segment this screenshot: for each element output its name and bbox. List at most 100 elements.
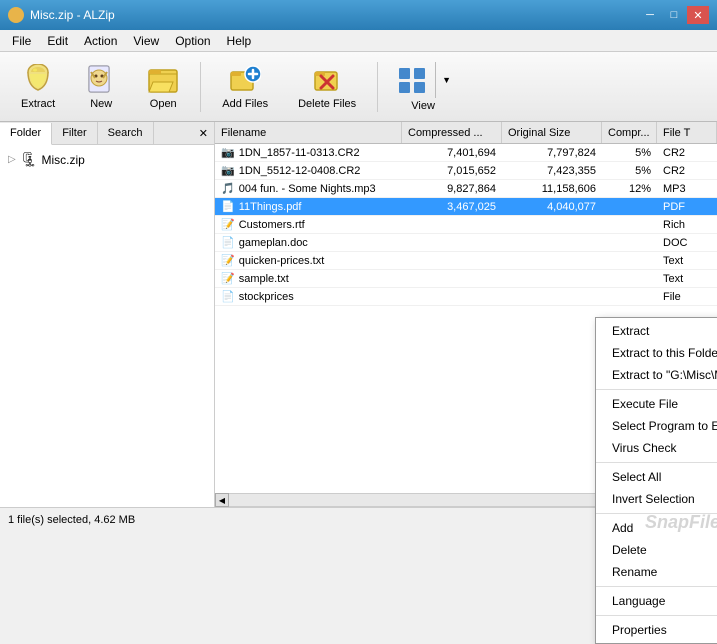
file-original-cell: 11,158,606	[502, 183, 602, 195]
title-bar-left: Misc.zip - ALZip	[8, 7, 115, 23]
tab-folder[interactable]: Folder	[0, 123, 52, 145]
file-type-icon: 📝	[221, 272, 235, 285]
open-button[interactable]: Open	[134, 57, 192, 117]
file-name-cell: 📝 quicken-prices.txt	[215, 254, 402, 267]
file-name-cell: 📝 Customers.rtf	[215, 218, 402, 231]
delete-files-icon	[311, 64, 343, 96]
menu-edit[interactable]: Edit	[39, 31, 76, 51]
ctx-execute[interactable]: Execute File Enter	[596, 393, 717, 415]
right-panel: Filename Compressed ... Original Size Co…	[215, 122, 717, 507]
file-type-icon: 📝	[221, 218, 235, 231]
menu-help[interactable]: Help	[219, 31, 260, 51]
ctx-properties[interactable]: Properties Alt+Enter	[596, 619, 717, 641]
view-dropdown-arrow[interactable]: ▼	[435, 62, 457, 98]
table-row[interactable]: 📝 quicken-prices.txt Text	[215, 252, 717, 270]
table-row[interactable]: 📷 1DN_1857-11-0313.CR2 7,401,694 7,797,8…	[215, 144, 717, 162]
extract-icon	[22, 64, 54, 96]
col-compressed[interactable]: Compressed ...	[402, 122, 502, 143]
panel-tabs: Folder Filter Search ✕	[0, 122, 214, 145]
file-list-header: Filename Compressed ... Original Size Co…	[215, 122, 717, 144]
ctx-rename-label: Rename	[612, 565, 657, 579]
close-button[interactable]: ✕	[687, 6, 709, 24]
new-icon	[85, 64, 117, 96]
ctx-virus-check[interactable]: Virus Check	[596, 437, 717, 459]
ctx-virus-check-label: Virus Check	[612, 441, 676, 455]
col-ratio[interactable]: Compr...	[602, 122, 657, 143]
file-type-cell: PDF	[657, 201, 717, 213]
menu-file[interactable]: File	[4, 31, 39, 51]
maximize-button[interactable]: □	[663, 6, 685, 24]
ctx-extract-here-label: Extract to this Folder	[612, 346, 717, 360]
tree-expand-icon: ▷	[8, 154, 16, 165]
col-filename[interactable]: Filename	[215, 122, 402, 143]
add-files-button[interactable]: Add Files	[209, 57, 281, 117]
ctx-extract-here[interactable]: Extract to this Folder	[596, 342, 717, 364]
file-name-cell: 📄 11Things.pdf	[215, 200, 402, 213]
ctx-extract-path[interactable]: Extract to "G:\Misc\Misc\"	[596, 364, 717, 386]
ctx-select-program[interactable]: Select Program to Execute File Shift+Ent…	[596, 415, 717, 437]
view-button-top[interactable]: ▼	[389, 62, 457, 98]
extract-label: Extract	[21, 98, 55, 110]
file-type-icon: 📄	[221, 236, 235, 249]
file-ratio-cell: 5%	[602, 147, 657, 159]
panel-close-button[interactable]: ✕	[193, 124, 214, 143]
menu-view[interactable]: View	[125, 31, 167, 51]
tree-item-misc-zip[interactable]: ▷ 🗜 Misc.zip	[4, 149, 210, 170]
open-icon	[147, 64, 179, 96]
ctx-separator-2	[596, 462, 717, 463]
tree-item-label: Misc.zip	[41, 153, 84, 167]
ctx-extract[interactable]: Extract Ctrl+E	[596, 320, 717, 342]
file-type-icon: 📝	[221, 254, 235, 267]
tab-filter[interactable]: Filter	[52, 122, 97, 144]
table-row[interactable]: 📝 Customers.rtf Rich	[215, 216, 717, 234]
ctx-invert-selection[interactable]: Invert Selection Ctrl+I	[596, 488, 717, 510]
minimize-button[interactable]: ─	[639, 6, 661, 24]
ctx-extract-label: Extract	[612, 324, 649, 338]
ctx-separator-3	[596, 513, 717, 514]
file-type-icon: 📄	[221, 290, 235, 303]
file-type-icon: 📷	[221, 146, 235, 159]
ctx-select-all-label: Select All	[612, 470, 661, 484]
file-compressed-cell: 9,827,864	[402, 183, 502, 195]
window-controls: ─ □ ✕	[639, 6, 709, 24]
table-row[interactable]: 📷 1DN_5512-12-0408.CR2 7,015,652 7,423,3…	[215, 162, 717, 180]
file-original-cell: 4,040,077	[502, 201, 602, 213]
view-main[interactable]	[389, 62, 435, 98]
scroll-left-arrow[interactable]: ◀	[215, 493, 229, 507]
view-label: View	[411, 100, 435, 112]
ctx-delete[interactable]: Delete Del	[596, 539, 717, 561]
file-name-cell: 📄 stockprices	[215, 290, 402, 303]
left-panel: Folder Filter Search ✕ ▷ 🗜 Misc.zip	[0, 122, 215, 507]
ctx-language[interactable]: Language ▶	[596, 590, 717, 612]
ctx-rename[interactable]: Rename F2	[596, 561, 717, 583]
file-type-cell: MP3	[657, 183, 717, 195]
app-icon	[8, 7, 24, 23]
col-original[interactable]: Original Size	[502, 122, 602, 143]
table-row[interactable]: 📄 gameplan.doc DOC	[215, 234, 717, 252]
menu-action[interactable]: Action	[76, 31, 125, 51]
tab-search[interactable]: Search	[98, 122, 154, 144]
delete-files-label: Delete Files	[298, 98, 356, 110]
delete-files-button[interactable]: Delete Files	[285, 57, 369, 117]
file-ratio-cell: 12%	[602, 183, 657, 195]
table-row[interactable]: 📄 11Things.pdf 3,467,025 4,040,077 PDF	[215, 198, 717, 216]
table-row[interactable]: 📄 stockprices File	[215, 288, 717, 306]
table-row[interactable]: 📝 sample.txt Text	[215, 270, 717, 288]
ctx-delete-label: Delete	[612, 543, 647, 557]
ctx-add[interactable]: Add Ctrl+R	[596, 517, 717, 539]
menu-option[interactable]: Option	[167, 31, 218, 51]
toolbar-separator-2	[377, 62, 378, 112]
new-button[interactable]: New	[72, 57, 130, 117]
file-name-cell: 📷 1DN_5512-12-0408.CR2	[215, 164, 402, 177]
file-type-cell: CR2	[657, 147, 717, 159]
file-type-cell: Rich	[657, 219, 717, 231]
extract-button[interactable]: Extract	[8, 57, 68, 117]
menu-bar: File Edit Action View Option Help	[0, 30, 717, 52]
view-button[interactable]: ▼ View	[386, 57, 460, 117]
col-filetype[interactable]: File T	[657, 122, 717, 143]
table-row[interactable]: 🎵 004 fun. - Some Nights.mp3 9,827,864 1…	[215, 180, 717, 198]
ctx-select-all[interactable]: Select All Ctrl+A	[596, 466, 717, 488]
file-type-cell: Text	[657, 255, 717, 267]
ctx-invert-label: Invert Selection	[612, 492, 695, 506]
window-title: Misc.zip - ALZip	[30, 8, 115, 22]
